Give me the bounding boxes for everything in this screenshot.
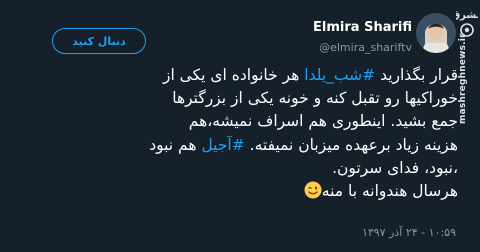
tweet-line-5: ،نبود، فدای سرتون. <box>332 158 458 177</box>
follow-button[interactable]: دنبال کنید <box>52 28 146 54</box>
hashtag-link-yalda[interactable]: #شب_یلدا <box>304 66 375 84</box>
avatar-image <box>416 13 456 53</box>
watermark-text: mashreghnews.ir <box>458 33 468 124</box>
display-name[interactable]: Elmira Sharifi <box>192 20 412 36</box>
tweet-line-1: قرار بگذارید #شب_یلدا هر خانواده ای یکی … <box>30 64 458 87</box>
tweet-text-segment: هم نبود <box>149 135 202 154</box>
winking-face-emoji-icon <box>304 181 322 199</box>
tweet-card: دنبال کنید Elmira Sharifi @elmira_sharif… <box>0 0 480 252</box>
tweet-line-6: هرسال هندوانه با منه <box>30 180 458 203</box>
tweet-text: قرار بگذارید #شب_یلدا هر خانواده ای یکی … <box>30 64 458 203</box>
watermark: مشرق mashreghnews.ir <box>456 6 478 126</box>
user-handle[interactable]: @elmira_shariftv <box>192 40 412 55</box>
tweet-timestamp[interactable]: ۱۰:۵۹ - ۲۴ آذر ۱۳۹۷ <box>250 226 456 239</box>
tweet-text-segment: هر خانواده ای یکی از <box>162 66 305 84</box>
hashtag-link-ajil[interactable]: #آجیل <box>201 136 244 154</box>
tweet-line-4: هزینه زیاد برعهده میزبان نمیفته. #آجیل ه… <box>30 134 458 157</box>
follow-button-label: دنبال کنید <box>72 34 126 48</box>
avatar[interactable] <box>416 13 456 53</box>
tweet-line-3: جمع بشید. اینطوری هم اسراف نمیشه،هم <box>188 112 458 131</box>
tweet-text-segment: هرسال هندوانه با منه <box>321 182 458 201</box>
tweet-text-segment: قرار بگذارید <box>375 66 458 84</box>
user-info[interactable]: Elmira Sharifi @elmira_shariftv <box>192 20 412 55</box>
tweet-line-2: خوراکیها رو تقبل کنه و خونه یکی از بزرگت… <box>172 89 458 108</box>
svg-text:مشرق: مشرق <box>456 10 478 21</box>
tweet-text-segment: هزینه زیاد برعهده میزبان نمیفته. <box>244 135 458 154</box>
